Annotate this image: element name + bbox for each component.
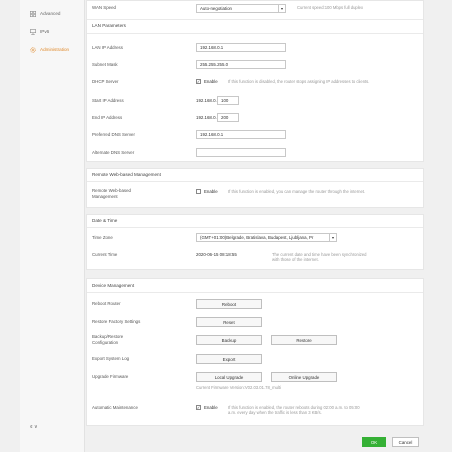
remote-enable-checkbox[interactable]: Enable — [196, 189, 218, 194]
network-icon — [30, 28, 36, 35]
wan-speed-value: Auto-negotiation — [200, 6, 232, 11]
dhcp-enable-checkbox[interactable]: ✓ Enable — [196, 79, 218, 84]
start-ip-input[interactable] — [217, 96, 239, 105]
divider — [87, 33, 423, 34]
current-time-hint: The current date and time have been sync… — [272, 252, 367, 263]
reset-button[interactable]: Reset — [196, 317, 262, 327]
sidebar-item-administration[interactable]: Administration — [20, 43, 85, 56]
lan-ip-input[interactable] — [196, 43, 286, 52]
current-time-value: 2020-06-15 08:18:55 — [196, 252, 237, 257]
remote-hint: If this function is enabled, you can man… — [228, 189, 366, 194]
chevron-down-icon: ▾ — [278, 5, 285, 12]
restore-factory-label: Restore Factory Settings — [92, 319, 141, 324]
preferred-dns-label: Preferred DNS Server — [92, 132, 135, 137]
sidebar-item-label: Administration — [40, 47, 70, 52]
divider — [87, 227, 423, 228]
export-log-label: Export System Log — [92, 356, 130, 361]
reboot-router-label: Reboot Router — [92, 301, 121, 306]
wan-speed-label: WAN Speed — [92, 5, 116, 10]
device-management-title: Device Management — [92, 283, 135, 288]
time-zone-value: (GMT+01:00)Belgrade, Bratislava, Budapes… — [200, 235, 314, 240]
main-content: WAN Speed Auto-negotiation ▾ Current spe… — [86, 0, 432, 452]
chevron-down-icon: ▾ — [329, 234, 336, 241]
subnet-mask-label: Subnet Mask — [92, 62, 118, 67]
checkbox-unchecked-icon — [196, 189, 201, 194]
sidebar-item-ipv6[interactable]: IPv6 — [20, 25, 85, 38]
preferred-dns-input[interactable] — [196, 130, 286, 139]
remote-management-label: Remote Web-based Management — [92, 188, 131, 199]
grid-icon — [30, 10, 36, 17]
restore-button[interactable]: Restore — [271, 335, 337, 345]
ok-button[interactable]: OK — [362, 437, 386, 447]
lan-ip-label: LAN IP Address — [92, 45, 123, 50]
backup-button[interactable]: Backup — [196, 335, 262, 345]
dhcp-enable-label: Enable — [204, 79, 218, 84]
reboot-button[interactable]: Reboot — [196, 299, 262, 309]
time-zone-label: Time Zone — [92, 235, 113, 240]
wan-speed-hint: Current speed:100 Mbps full duplex — [297, 5, 364, 10]
auto-maintenance-label: Automatic Maintenance — [92, 405, 138, 410]
remote-management-panel: Remote Web-based Management Remote Web-b… — [86, 168, 424, 208]
divider — [87, 181, 423, 182]
maintenance-hint: If this function is enabled, the router … — [228, 405, 360, 416]
subnet-mask-input[interactable] — [196, 60, 286, 69]
current-time-label: Current Time — [92, 252, 118, 257]
checkbox-checked-icon: ✓ — [196, 405, 201, 410]
lan-settings-panel: WAN Speed Auto-negotiation ▾ Current spe… — [86, 0, 424, 162]
local-upgrade-button[interactable]: Local Upgrade — [196, 372, 262, 382]
start-ip-label: Start IP Address — [92, 98, 124, 103]
export-button[interactable]: Export — [196, 354, 262, 364]
divider — [87, 292, 423, 293]
sidebar: Advanced IPv6 Administration — [20, 0, 85, 452]
language-selector[interactable]: ¢ ∨ — [30, 425, 38, 430]
start-ip-prefix: 192.168.0. — [196, 98, 217, 103]
divider — [87, 19, 423, 20]
gear-icon — [30, 46, 36, 53]
end-ip-label: End IP Address — [92, 115, 123, 120]
alternate-dns-input[interactable] — [196, 148, 286, 157]
remote-management-title: Remote Web-based Management — [92, 172, 161, 177]
sidebar-item-advanced[interactable]: Advanced — [20, 7, 85, 20]
maintenance-enable-label: Enable — [204, 405, 218, 410]
sidebar-item-label: Advanced — [40, 11, 61, 16]
maintenance-enable-checkbox[interactable]: ✓ Enable — [196, 405, 218, 410]
alternate-dns-label: Alternate DNS Server — [92, 150, 135, 155]
checkbox-checked-icon: ✓ — [196, 79, 201, 84]
end-ip-prefix: 192.168.0. — [196, 115, 217, 120]
end-ip-input[interactable] — [217, 113, 239, 122]
remote-enable-label: Enable — [204, 189, 218, 194]
lan-parameters-title: LAN Parameters — [92, 23, 126, 28]
backup-restore-label: Backup/Restore Configuration — [92, 334, 124, 345]
dhcp-hint: If this function is disabled, the router… — [228, 79, 370, 84]
wan-speed-select[interactable]: Auto-negotiation ▾ — [196, 4, 286, 13]
dhcp-server-label: DHCP Server — [92, 79, 119, 84]
time-zone-select[interactable]: (GMT+01:00)Belgrade, Bratislava, Budapes… — [196, 233, 337, 242]
date-time-title: Date & Time — [92, 218, 118, 223]
online-upgrade-button[interactable]: Online Upgrade — [271, 372, 337, 382]
sidebar-item-label: IPv6 — [40, 29, 50, 34]
cancel-button[interactable]: Cancel — [392, 437, 419, 447]
upgrade-firmware-label: Upgrade Firmware — [92, 374, 129, 379]
device-management-panel: Device Management Reboot Router Reboot R… — [86, 278, 424, 426]
date-time-panel: Date & Time Time Zone (GMT+01:00)Belgrad… — [86, 214, 424, 270]
firmware-version: Current Firmware Version:V02.03.01.78_mu… — [196, 385, 281, 390]
